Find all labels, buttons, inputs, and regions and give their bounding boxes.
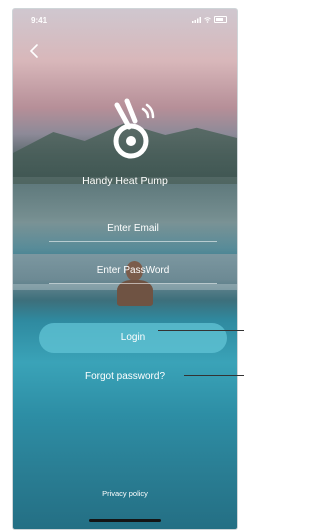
forgot-password-link[interactable]: Forgot password? — [13, 371, 237, 382]
email-input[interactable]: Enter Email — [49, 217, 217, 242]
password-input[interactable]: Enter PassWord — [49, 259, 217, 284]
battery-icon — [214, 16, 227, 23]
system-icons — [192, 16, 227, 23]
chevron-left-icon[interactable] — [27, 43, 41, 59]
heat-pump-logo-icon — [113, 98, 155, 159]
status-time: 9:41 — [31, 16, 48, 25]
phone-screen: 9:41 Handy Heat Pump Enter Email Enter P… — [12, 8, 238, 530]
login-button[interactable]: Login — [39, 323, 227, 353]
annotation-line-login — [158, 330, 244, 331]
app-name: Handy Heat Pump — [82, 175, 168, 187]
status-bar: 9:41 — [13, 9, 237, 31]
signal-icon — [192, 16, 201, 23]
home-indicator — [89, 519, 161, 522]
privacy-policy-link[interactable]: Privacy policy — [13, 489, 237, 498]
wifi-icon — [204, 16, 211, 23]
annotation-line-forgot — [184, 375, 244, 376]
